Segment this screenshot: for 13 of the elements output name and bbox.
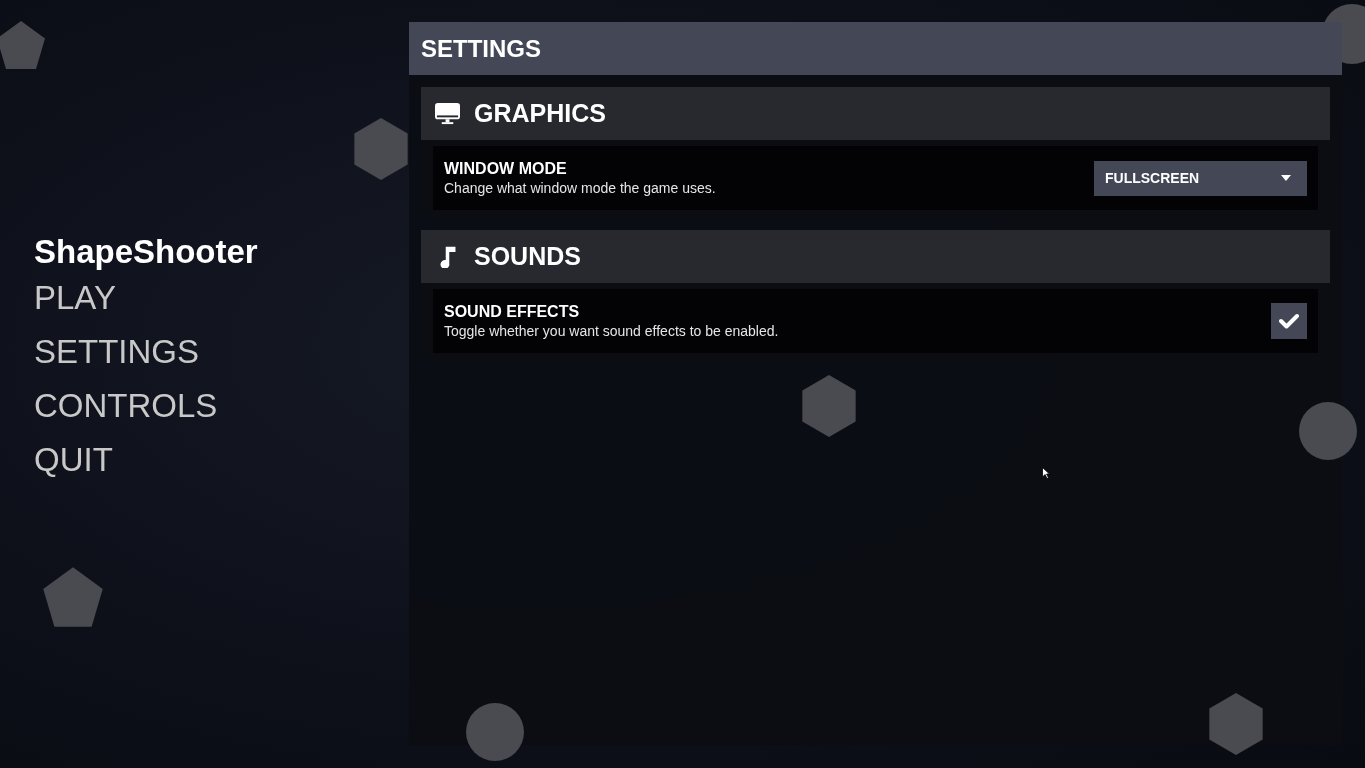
menu-item[interactable]: CONTROLS	[34, 387, 218, 424]
window-mode-dropdown[interactable]: FULLSCREEN	[1094, 160, 1307, 196]
menu-item[interactable]: PLAY	[34, 279, 116, 316]
setting-description: Change what window mode the game uses.	[444, 180, 716, 196]
menu-item[interactable]: SETTINGS	[34, 333, 200, 370]
menu-item[interactable]: QUIT	[34, 441, 113, 478]
setting-name: WINDOW MODE	[444, 160, 568, 178]
setting-name: SOUND EFFECTS	[444, 303, 581, 321]
game-title: ShapeShooter	[34, 233, 258, 271]
section-title: GRAPHICS	[474, 99, 606, 128]
panel-title: SETTINGS	[421, 34, 541, 63]
setting-description: Toggle whether you want sound effects to be enabled.	[444, 323, 779, 339]
section-title: SOUNDS	[474, 242, 581, 271]
